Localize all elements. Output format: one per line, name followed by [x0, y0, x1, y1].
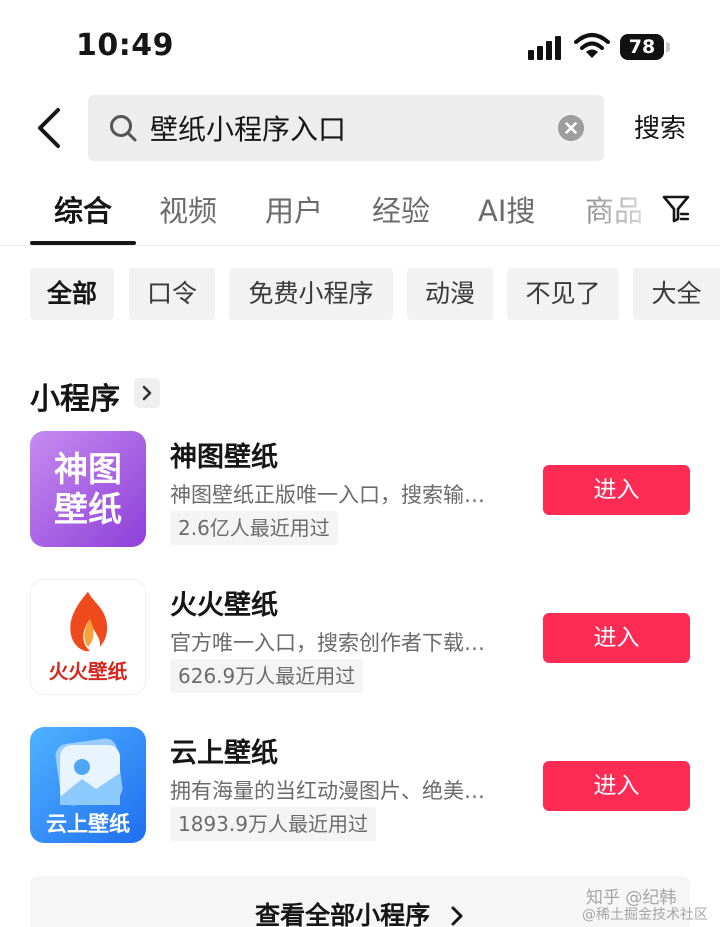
battery-tip	[666, 42, 670, 52]
tab-comprehensive[interactable]: 综合	[54, 188, 112, 230]
status-bar: 10:49 78	[0, 0, 720, 92]
view-all-text: 查看全部小程序	[255, 901, 431, 927]
logo-text-line-2: 壁纸	[54, 490, 122, 530]
tab-video[interactable]: 视频	[159, 188, 217, 230]
chip-missing[interactable]: 不见了	[507, 268, 619, 320]
section-title[interactable]: 小程序	[30, 374, 120, 418]
miniprogram-card[interactable]: 云上壁纸 云上壁纸 拥有海量的当红动漫图片、绝美… 1893.9万人最近用过 进…	[0, 727, 720, 845]
tab-ai-search[interactable]: AI搜	[478, 188, 535, 230]
status-time: 10:49	[76, 28, 174, 63]
chip-password[interactable]: 口令	[129, 268, 215, 320]
watermark-juejin: @稀土掘金技术社区	[582, 907, 708, 923]
search-button[interactable]: 搜索	[634, 108, 686, 145]
miniprogram-name: 神图壁纸	[170, 442, 278, 473]
miniprogram-description: 官方唯一入口，搜索创作者下载…	[170, 631, 485, 655]
usage-badge: 626.9万人最近用过	[170, 659, 364, 693]
miniprogram-name: 云上壁纸	[170, 738, 278, 769]
logo-text: 云上壁纸	[46, 812, 130, 836]
back-arrow-icon[interactable]	[30, 106, 70, 150]
logo-text: 火火壁纸	[49, 660, 128, 683]
usage-badge: 1893.9万人最近用过	[170, 807, 376, 841]
enter-button[interactable]: 进入	[543, 761, 690, 811]
miniprogram-description: 拥有海量的当红动漫图片、绝美…	[170, 779, 485, 803]
chip-anime[interactable]: 动漫	[407, 268, 493, 320]
tab-users[interactable]: 用户	[265, 188, 323, 230]
tab-experience[interactable]: 经验	[372, 188, 430, 230]
enter-button[interactable]: 进入	[543, 465, 690, 515]
logo-text-line-1: 神图	[54, 450, 122, 490]
usage-badge: 2.6亿人最近用过	[170, 511, 338, 545]
search-input[interactable]	[150, 95, 530, 161]
chip-free-miniprogram[interactable]: 免费小程序	[229, 268, 393, 320]
wifi-icon	[574, 33, 610, 58]
search-box[interactable]	[88, 95, 604, 161]
shentu-wallpaper-logo: 神图 壁纸	[30, 431, 146, 547]
miniprogram-description: 神图壁纸正版唯一入口，搜索输…	[170, 483, 485, 507]
miniprogram-card[interactable]: 火火壁纸 火火壁纸 官方唯一入口，搜索创作者下载… 626.9万人最近用过 进入	[0, 579, 720, 697]
search-icon	[110, 115, 137, 142]
miniprogram-name: 火火壁纸	[170, 590, 278, 621]
chevron-right-icon	[451, 906, 463, 926]
enter-button[interactable]: 进入	[543, 613, 690, 663]
yunshang-wallpaper-logo: 云上壁纸	[30, 727, 146, 843]
miniprogram-card[interactable]: 神图 壁纸 神图壁纸 神图壁纸正版唯一入口，搜索输… 2.6亿人最近用过 进入	[0, 431, 720, 549]
battery-indicator: 78	[620, 34, 664, 60]
chip-all[interactable]: 全部	[30, 268, 114, 320]
chevron-right-icon[interactable]	[134, 378, 160, 408]
huohuo-wallpaper-logo: 火火壁纸	[30, 579, 146, 695]
signal-icon	[528, 36, 564, 60]
clear-icon[interactable]	[558, 115, 584, 141]
active-tab-indicator	[30, 241, 136, 245]
search-tabs: 综合 视频 用户 经验 AI搜 商品	[0, 180, 720, 246]
filter-icon[interactable]	[662, 194, 690, 224]
chip-collection[interactable]: 大全	[633, 268, 720, 320]
